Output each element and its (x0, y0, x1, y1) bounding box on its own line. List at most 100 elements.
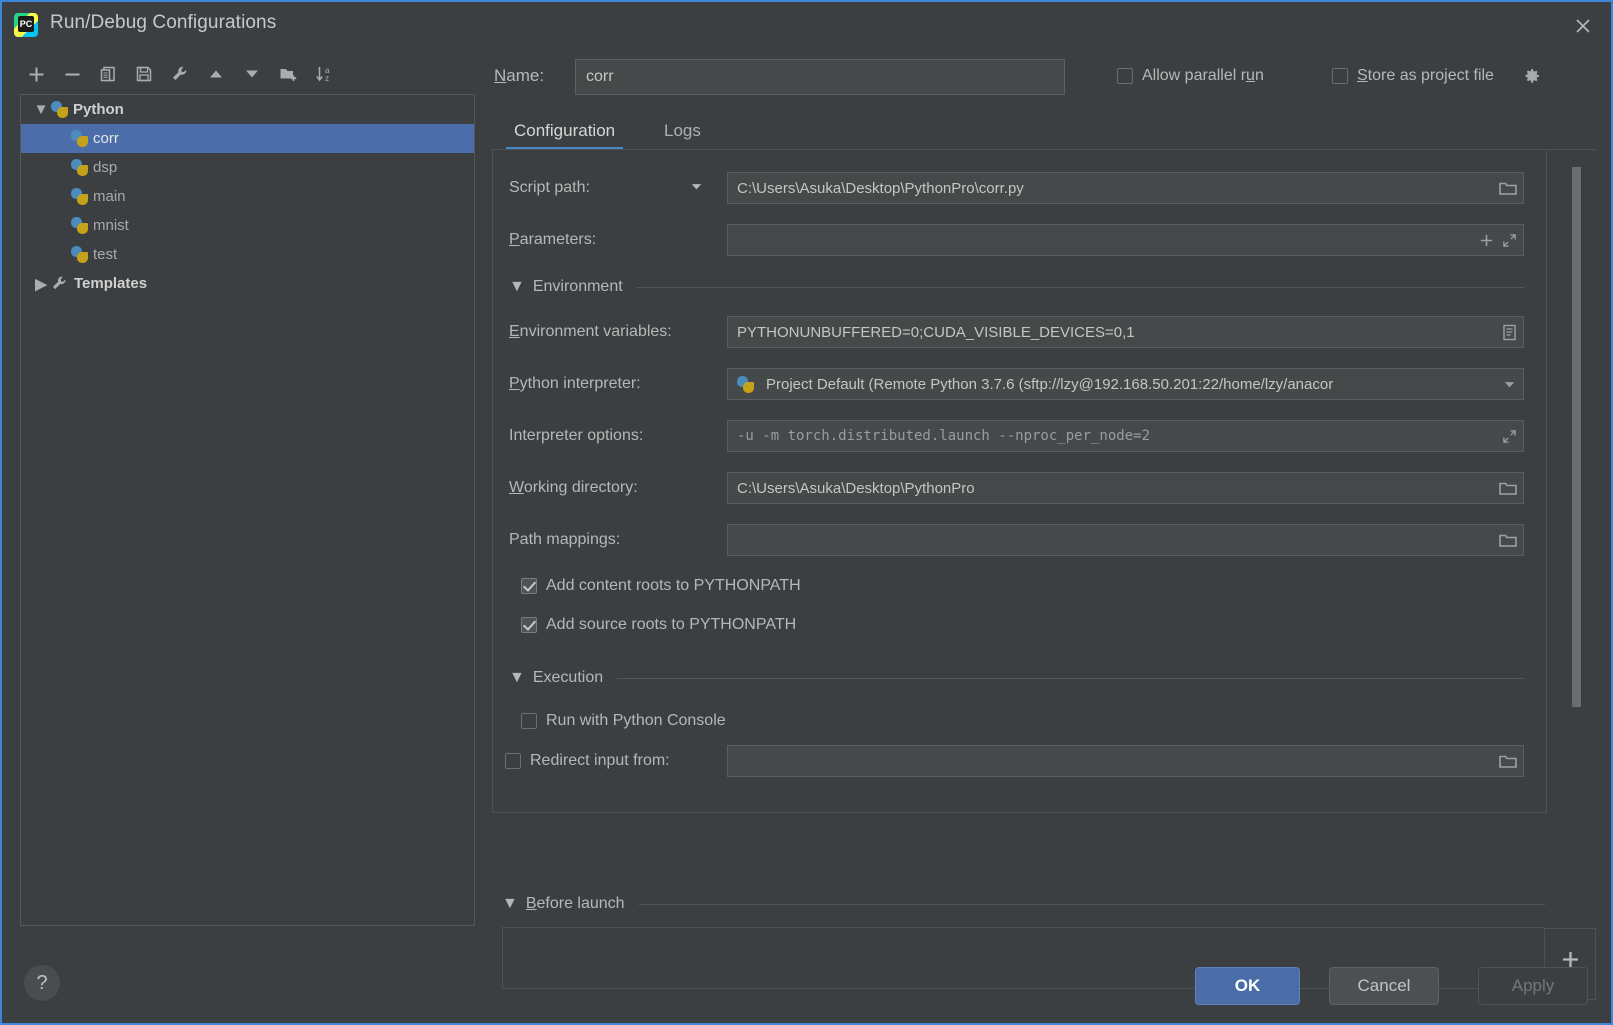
tree-group-python[interactable]: ▼ Python (21, 95, 474, 124)
name-input[interactable] (575, 59, 1065, 95)
tree-item-test[interactable]: test (21, 240, 474, 269)
tree-group-templates[interactable]: ▶ Templates (21, 269, 474, 298)
path-mappings-label: Path mappings: (509, 531, 620, 549)
chevron-down-icon[interactable]: ▼ (502, 895, 518, 913)
configuration-editor-pane: Name: Allow parallel run Store as projec… (492, 57, 1597, 923)
python-interpreter-select[interactable]: Project Default (Remote Python 3.7.6 (sf… (727, 368, 1524, 400)
environment-variables-icons (1502, 317, 1517, 347)
chevron-right-icon[interactable]: ▶ (31, 275, 51, 293)
script-path-input[interactable]: C:\Users\Asuka\Desktop\PythonPro\corr.py (727, 172, 1524, 204)
interpreter-options-icons (1502, 421, 1517, 451)
tab-configuration[interactable]: Configuration (514, 112, 615, 150)
before-launch-label: Before launch (526, 895, 625, 913)
chevron-down-icon[interactable] (1502, 377, 1517, 392)
execution-section-header[interactable]: ▼ Execution (509, 669, 1524, 687)
run-with-python-console-label: Run with Python Console (546, 712, 726, 730)
add-source-roots-checkbox[interactable]: Add source roots to PYTHONPATH (521, 616, 796, 634)
python-interpreter-label: Python interpreter: (509, 375, 641, 393)
plus-icon[interactable] (1479, 233, 1494, 248)
save-configuration-button[interactable] (128, 59, 160, 89)
folder-icon[interactable] (1499, 533, 1517, 548)
expand-icon[interactable] (1502, 429, 1517, 444)
configurations-toolbar: a z (20, 57, 475, 91)
python-interpreter-value-wrap: Project Default (Remote Python 3.7.6 (sf… (737, 376, 1333, 393)
tree-item-mnist[interactable]: mnist (21, 211, 474, 240)
chevron-down-icon[interactable]: ▼ (509, 278, 525, 296)
interpreter-options-value: -u -m torch.distributed.launch --nproc_p… (737, 428, 1150, 444)
add-content-roots-checkbox[interactable]: Add content roots to PYTHONPATH (521, 577, 801, 595)
edit-templates-button[interactable] (164, 59, 196, 89)
environment-variables-value: PYTHONUNBUFFERED=0;CUDA_VISIBLE_DEVICES=… (737, 324, 1135, 341)
checkbox-box[interactable] (521, 713, 537, 729)
help-icon[interactable]: ? (24, 965, 60, 1001)
tree-item-label: corr (93, 130, 119, 147)
tree-item-label: test (93, 246, 117, 263)
environment-section-header[interactable]: ▼ Environment (509, 278, 1524, 296)
tree-item-corr[interactable]: corr (21, 124, 474, 153)
checkbox-box[interactable] (521, 578, 537, 594)
redirect-input-from-checkbox[interactable]: Redirect input from: (505, 752, 670, 770)
cancel-button[interactable]: Cancel (1329, 967, 1439, 1005)
folder-icon[interactable] (1499, 481, 1517, 496)
before-launch-section-header[interactable]: ▼ Before launch (502, 895, 1545, 913)
folder-icon[interactable] (1499, 181, 1517, 196)
expand-icon[interactable] (1502, 233, 1517, 248)
working-directory-label: Working directory: (509, 479, 638, 497)
allow-parallel-run-checkbox[interactable]: Allow parallel run (1117, 67, 1264, 85)
checkbox-box[interactable] (505, 753, 521, 769)
svg-text:z: z (325, 74, 329, 83)
run-with-python-console-checkbox[interactable]: Run with Python Console (521, 712, 726, 730)
tree-item-main[interactable]: main (21, 182, 474, 211)
path-mappings-icons (1499, 525, 1517, 555)
chevron-down-icon[interactable]: ▼ (509, 669, 525, 687)
checkbox-box[interactable] (521, 617, 537, 633)
store-as-project-file-checkbox[interactable]: Store as project file (1332, 67, 1494, 85)
gear-icon[interactable] (1522, 66, 1544, 88)
tree-group-label: Templates (74, 275, 147, 292)
tree-item-dsp[interactable]: dsp (21, 153, 474, 182)
remove-configuration-button[interactable] (56, 59, 88, 89)
move-up-button[interactable] (200, 59, 232, 89)
redirect-input-from-label: Redirect input from: (530, 752, 670, 770)
add-configuration-button[interactable] (20, 59, 52, 89)
python-remote-icon (737, 376, 754, 393)
copy-configuration-button[interactable] (92, 59, 124, 89)
environment-section-label: Environment (533, 278, 623, 296)
path-mappings-input[interactable] (727, 524, 1524, 556)
checkbox-box[interactable] (1117, 68, 1133, 84)
working-directory-input[interactable]: C:\Users\Asuka\Desktop\PythonPro (727, 472, 1524, 504)
configurations-tree[interactable]: ▼ Python corr dsp main mnist (20, 94, 475, 926)
python-icon (71, 130, 88, 147)
chevron-down-icon[interactable]: ▼ (31, 101, 51, 118)
script-path-icons (1499, 173, 1517, 203)
parameters-input[interactable] (727, 224, 1524, 256)
python-icon (71, 188, 88, 205)
interpreter-options-input[interactable]: -u -m torch.distributed.launch --nproc_p… (727, 420, 1524, 452)
name-row: Name: Allow parallel run Store as projec… (492, 57, 1597, 97)
close-icon[interactable] (1569, 12, 1597, 40)
vertical-scrollbar[interactable] (1572, 167, 1581, 957)
add-content-roots-label: Add content roots to PYTHONPATH (546, 577, 801, 595)
execution-section-label: Execution (533, 669, 603, 687)
script-path-label: Script path: (509, 179, 590, 197)
folder-icon[interactable] (1499, 754, 1517, 769)
checkbox-box[interactable] (1332, 68, 1348, 84)
tree-item-label: main (93, 188, 126, 205)
section-divider (639, 904, 1545, 905)
ok-button[interactable]: OK (1195, 967, 1300, 1005)
script-path-mode-chevron-down-icon[interactable] (689, 179, 704, 199)
python-icon (71, 217, 88, 234)
sort-configurations-button[interactable]: a z (308, 59, 340, 89)
tree-item-label: dsp (93, 159, 117, 176)
apply-button[interactable]: Apply (1478, 967, 1588, 1005)
dialog-title: Run/Debug Configurations (50, 12, 276, 34)
tab-logs[interactable]: Logs (664, 112, 701, 150)
scrollbar-thumb[interactable] (1572, 167, 1581, 707)
environment-variables-label: Environment variables: (509, 323, 672, 341)
environment-variables-input[interactable]: PYTHONUNBUFFERED=0;CUDA_VISIBLE_DEVICES=… (727, 316, 1524, 348)
list-edit-icon[interactable] (1502, 324, 1517, 341)
move-down-button[interactable] (236, 59, 268, 89)
new-folder-button[interactable] (272, 59, 304, 89)
redirect-input-from-input[interactable] (727, 745, 1524, 777)
section-divider (617, 678, 1524, 679)
